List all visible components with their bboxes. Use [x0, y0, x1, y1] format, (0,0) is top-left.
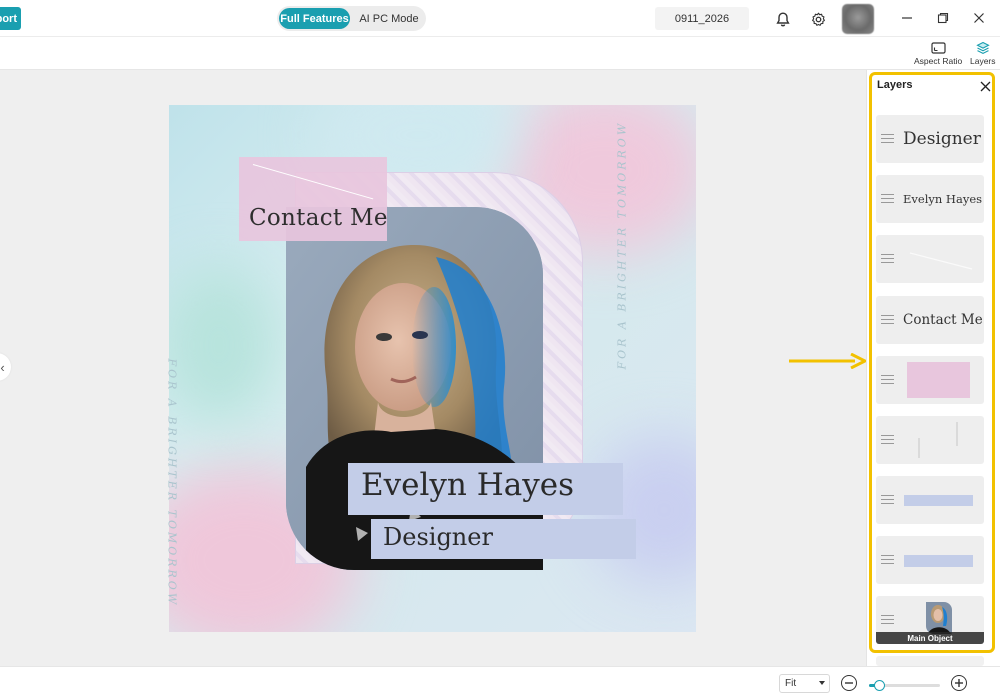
layer-item-partial[interactable] — [876, 656, 984, 666]
aspect-ratio-label: Aspect Ratio — [914, 56, 963, 66]
drag-handle-icon[interactable] — [881, 315, 894, 324]
zoom-slider-thumb[interactable] — [874, 680, 885, 691]
full-features-tab[interactable]: Full Features — [279, 8, 350, 29]
drag-handle-icon[interactable] — [881, 134, 894, 143]
arrow-annotation-icon — [789, 353, 867, 369]
layer-item-blue-rect[interactable] — [876, 536, 984, 584]
drag-handle-icon[interactable] — [881, 375, 894, 384]
minimize-icon[interactable] — [897, 8, 917, 28]
drag-handle-icon[interactable] — [881, 435, 894, 444]
close-window-icon[interactable] — [969, 8, 989, 28]
layer-item-pink-rect[interactable] — [876, 356, 984, 404]
role-text[interactable]: Designer — [383, 523, 493, 551]
top-bar: port Full Features AI PC Mode 0911_2026 — [0, 0, 1000, 37]
project-name-field[interactable]: 0911_2026 — [655, 7, 749, 30]
layer-thumbnail — [926, 602, 952, 634]
zoom-in-icon[interactable] — [951, 675, 967, 691]
drag-handle-icon[interactable] — [881, 555, 894, 564]
main-object-label: Main Object — [876, 632, 984, 644]
layer-thumbnail — [918, 422, 958, 458]
layer-item-label: Contact Me — [903, 312, 983, 328]
zoom-mode-value: Fit — [785, 678, 797, 689]
drag-handle-icon[interactable] — [881, 495, 894, 504]
layer-item-label: Designer — [903, 129, 981, 149]
aspect-ratio-icon — [930, 40, 946, 55]
ai-pc-mode-tab[interactable]: AI PC Mode — [355, 8, 423, 29]
restore-icon[interactable] — [933, 8, 953, 28]
layer-item-line[interactable] — [876, 235, 984, 283]
portrait-photo[interactable] — [286, 207, 543, 570]
layer-item-contact-me[interactable]: Contact Me — [876, 296, 984, 344]
mode-toggle: Full Features AI PC Mode — [277, 6, 426, 31]
layer-item-label: Evelyn Hayes — [903, 192, 983, 206]
layer-item-evelyn-hayes[interactable]: Evelyn Hayes — [876, 175, 984, 223]
layers-label: Layers — [970, 56, 996, 66]
caret-down-icon — [819, 681, 825, 685]
layer-thumbnail — [907, 362, 970, 398]
close-icon[interactable] — [978, 79, 992, 93]
layer-item-main-object[interactable]: Main Object — [876, 596, 984, 644]
avatar[interactable] — [842, 4, 874, 34]
layers-icon — [975, 40, 991, 55]
layers-button[interactable]: Layers — [970, 40, 996, 66]
name-text[interactable]: Evelyn Hayes — [361, 467, 574, 503]
mint-glow — [169, 265, 279, 425]
zoom-slider[interactable] — [869, 680, 940, 691]
layer-item-blue-rect[interactable] — [876, 476, 984, 524]
chevron-left-icon: ‹ — [0, 359, 5, 375]
layers-panel-title: Layers — [877, 79, 913, 91]
layer-item-designer[interactable]: Designer — [876, 115, 984, 163]
export-button-label: port — [0, 12, 17, 25]
zoom-out-icon[interactable] — [841, 675, 857, 691]
aspect-ratio-button[interactable]: Aspect Ratio — [914, 40, 962, 66]
layer-thumbnail — [909, 252, 973, 270]
bottom-bar: Fit — [0, 666, 1000, 696]
drag-handle-icon[interactable] — [881, 615, 894, 624]
gear-icon[interactable] — [808, 9, 828, 29]
tagline-right-vertical[interactable]: FOR A BRIGHTER TOMORROW — [616, 121, 629, 370]
layer-thumbnail — [904, 555, 973, 567]
secondary-toolbar: Aspect Ratio Layers — [0, 37, 1000, 70]
layer-thumbnail — [904, 495, 973, 506]
export-button[interactable]: port — [0, 7, 21, 30]
contact-me-text[interactable]: Contact Me — [249, 205, 388, 231]
layer-item-lines[interactable] — [876, 416, 984, 464]
drag-handle-icon[interactable] — [881, 194, 894, 203]
drag-handle-icon[interactable] — [881, 254, 894, 263]
bell-icon[interactable] — [773, 9, 793, 29]
tagline-left-vertical[interactable]: FOR A BRIGHTER TOMORROW — [166, 359, 179, 608]
zoom-mode-select[interactable]: Fit — [779, 674, 830, 693]
